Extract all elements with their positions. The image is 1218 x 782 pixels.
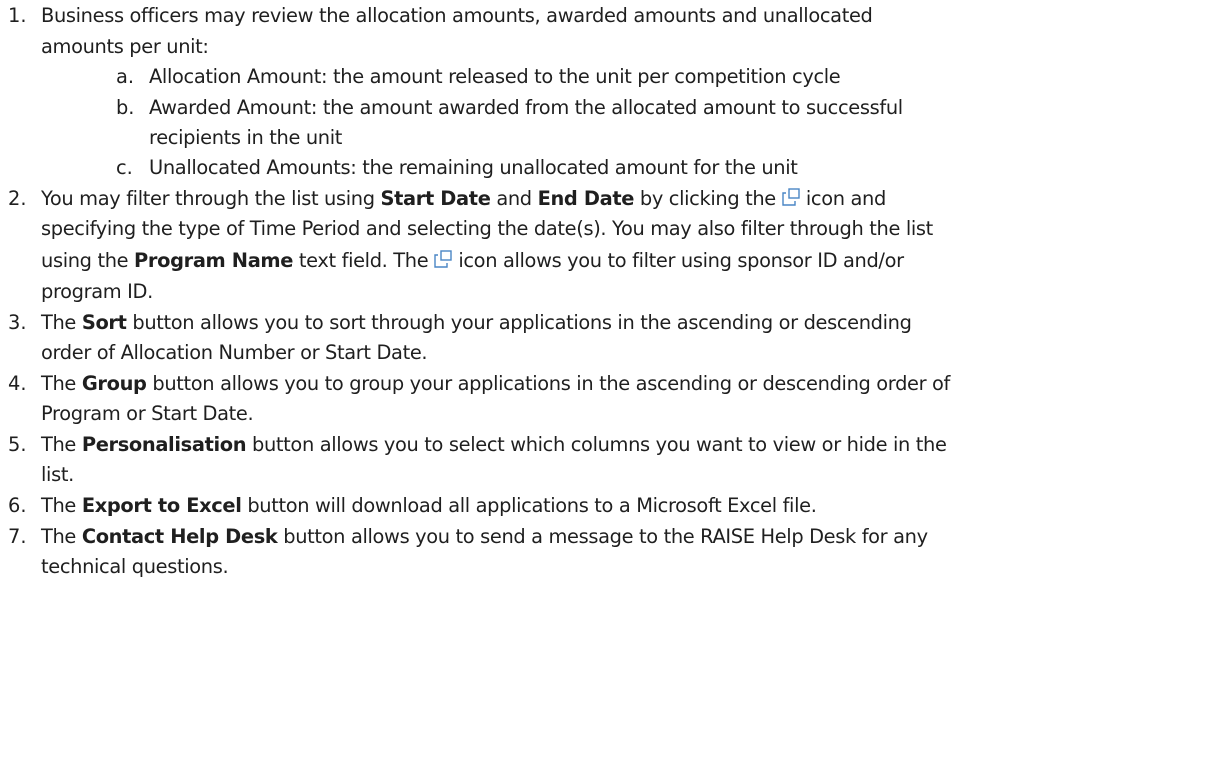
item-2-line-2: specifying the type of Time Period and s… <box>41 217 933 240</box>
sub-item-a-text: Allocation Amount: the amount released t… <box>149 65 841 88</box>
sub-item-c-text: Unallocated Amounts: the remaining unall… <box>149 156 798 179</box>
text-run: button allows you to send a message to t… <box>277 525 928 548</box>
text-run: by clicking the <box>634 187 776 210</box>
item-number: 1. <box>8 4 27 27</box>
text-run: using the <box>41 249 135 272</box>
bold-term-sort: Sort <box>81 311 127 334</box>
text-run: The <box>41 433 82 456</box>
text-run: icon and <box>805 187 886 210</box>
item-1-line-2: amounts per unit: <box>41 35 209 58</box>
item-1-line-1: Business officers may review the allocat… <box>41 4 873 27</box>
text-run: You may filter through the list using <box>41 187 381 210</box>
bold-term-personalisation: Personalisation <box>81 433 247 456</box>
text-run: The <box>41 525 82 548</box>
text-run: The <box>41 372 82 395</box>
item-5-line-1: The Personalisation button allows you to… <box>41 431 947 459</box>
bold-term-contact-help-desk: Contact Help Desk <box>81 525 278 548</box>
item-5-line-2: list. <box>41 463 74 486</box>
text-run: icon allows you to filter using sponsor … <box>458 249 904 272</box>
bold-term-export-to-excel: Export to Excel <box>81 494 242 517</box>
item-number: 2. <box>8 187 27 210</box>
item-number: 4. <box>8 372 27 395</box>
bold-term-start-date: Start Date <box>380 187 491 210</box>
item-7-line-1: The Contact Help Desk button allows you … <box>41 523 928 551</box>
value-help-icon <box>782 188 800 206</box>
sub-item-letter: b. <box>116 96 135 119</box>
sub-item-b-line-1: Awarded Amount: the amount awarded from … <box>149 96 903 119</box>
item-2-line-1: You may filter through the list using St… <box>41 185 886 213</box>
item-number: 5. <box>8 433 27 456</box>
sub-item-letter: a. <box>116 65 135 88</box>
bold-term-program-name: Program Name <box>134 249 294 272</box>
help-document: 1. Business officers may review the allo… <box>0 0 1218 782</box>
item-3-line-1: The Sort button allows you to sort throu… <box>41 309 912 337</box>
text-run: button allows you to sort through your a… <box>126 311 912 334</box>
item-7-line-2: technical questions. <box>41 555 229 578</box>
text-run: button allows you to select which column… <box>246 433 947 456</box>
item-number: 6. <box>8 494 27 517</box>
text-run: button will download all applications to… <box>241 494 817 517</box>
text-run: button allows you to group your applicat… <box>146 372 951 395</box>
sub-item-b-line-2: recipients in the unit <box>149 126 343 149</box>
value-help-icon <box>434 250 453 268</box>
bold-term-group: Group <box>81 372 147 395</box>
item-2-line-4: program ID. <box>41 280 153 303</box>
text-run: The <box>41 311 82 334</box>
item-4-line-2: Program or Start Date. <box>41 402 254 425</box>
item-3-line-2: order of Allocation Number or Start Date… <box>41 341 428 364</box>
sub-item-letter: c. <box>116 156 133 179</box>
item-number: 7. <box>8 525 27 548</box>
item-number: 3. <box>8 311 27 334</box>
text-run: text field. The <box>293 249 429 272</box>
item-4-line-1: The Group button allows you to group you… <box>41 370 950 398</box>
item-6-line-1: The Export to Excel button will download… <box>41 492 817 520</box>
item-2-line-3: using the Program Name text field. The ic… <box>41 247 904 275</box>
text-run: The <box>41 494 82 517</box>
text-run: and <box>490 187 538 210</box>
bold-term-end-date: End Date <box>537 187 635 210</box>
